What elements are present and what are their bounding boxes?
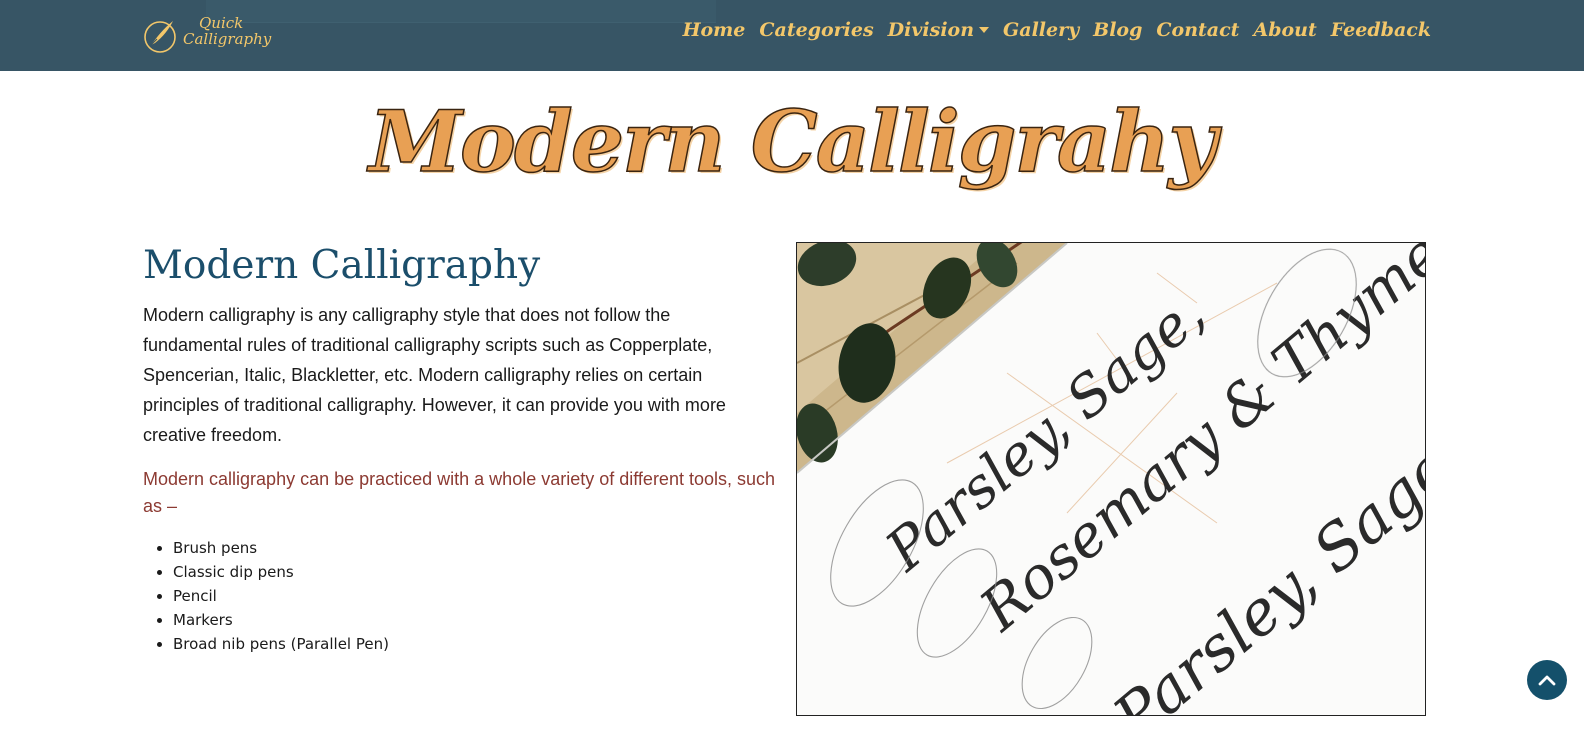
content-section: Modern Calligraphy Modern calligraphy is… (143, 240, 778, 656)
nav-about[interactable]: About (1246, 19, 1323, 41)
tools-list: Brush pens Classic dip pens Pencil Marke… (143, 536, 778, 656)
nav-gallery[interactable]: Gallery (996, 19, 1086, 41)
chevron-up-icon (1538, 675, 1556, 686)
list-item: Broad nib pens (Parallel Pen) (173, 632, 778, 656)
brand-line1: Quick (199, 14, 244, 32)
nav-categories[interactable]: Categories (752, 19, 880, 41)
back-to-top-button[interactable] (1527, 660, 1567, 700)
tools-lead-text: Modern calligraphy can be practiced with… (143, 468, 776, 516)
nav-gallery-label: Gallery (1003, 19, 1080, 41)
list-item: Markers (173, 608, 778, 632)
list-item: Pencil (173, 584, 778, 608)
nav-blog[interactable]: Blog (1086, 19, 1149, 41)
nav-about-label: About (1253, 19, 1317, 41)
nav-feedback[interactable]: Feedback (1324, 19, 1438, 41)
list-item: Classic dip pens (173, 560, 778, 584)
nav-feedback-label: Feedback (1330, 19, 1431, 41)
quill-pen-icon (144, 21, 176, 53)
nav-division-label: Division (887, 19, 975, 41)
brand-name: Quick Calligraphy (183, 16, 271, 47)
photo-illustration: Parsley, Sage, Rosemary & Thyme Parsley,… (797, 243, 1425, 715)
nav-blog-label: Blog (1093, 19, 1143, 41)
nav-contact[interactable]: Contact (1149, 19, 1246, 41)
calligraphy-photo: Parsley, Sage, Rosemary & Thyme Parsley,… (796, 242, 1426, 716)
hero-title: Modern Calligrahy (368, 91, 1218, 192)
nav-division[interactable]: Division (881, 19, 996, 41)
list-item: Brush pens (173, 536, 778, 560)
nav-home[interactable]: Home (676, 19, 753, 41)
nav-categories-label: Categories (759, 19, 874, 41)
nav-contact-label: Contact (1156, 19, 1240, 41)
intro-paragraph: Modern calligraphy is any calligraphy st… (143, 304, 726, 445)
caret-down-icon (979, 27, 990, 33)
brand-line2: Calligraphy (183, 30, 272, 48)
section-heading: Modern Calligraphy (143, 243, 541, 288)
navbar-overlay (206, 0, 716, 23)
nav-home-label: Home (682, 19, 746, 41)
main-nav: Home Categories Division Gallery Blog Co… (676, 19, 1438, 41)
navbar: Quick Calligraphy Home Categories Divisi… (0, 0, 1584, 71)
brand-logo[interactable]: Quick Calligraphy (143, 12, 271, 58)
